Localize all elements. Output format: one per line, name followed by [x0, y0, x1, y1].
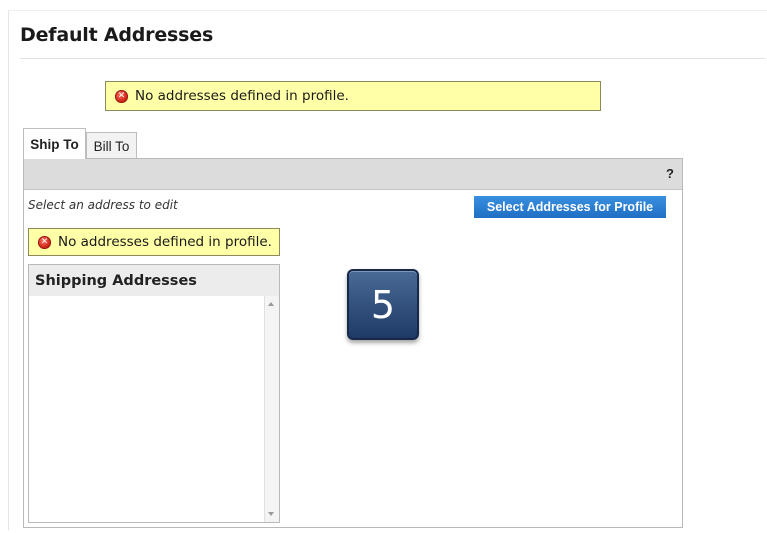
alert-message: No addresses defined in profile.: [58, 234, 272, 250]
profile-alert-inner: ✕ No addresses defined in profile.: [28, 228, 280, 256]
page-left-border: [8, 10, 9, 530]
scroll-up-arrow-icon[interactable]: [268, 302, 274, 306]
error-icon: ✕: [38, 235, 51, 249]
help-button[interactable]: ?: [666, 166, 674, 181]
tab-ship-to[interactable]: Ship To: [23, 128, 86, 159]
page-title: Default Addresses: [20, 24, 214, 46]
address-list-body[interactable]: [29, 296, 265, 522]
error-icon: ✕: [115, 89, 128, 103]
list-header: Shipping Addresses: [29, 265, 279, 296]
alert-message: No addresses defined in profile.: [135, 88, 349, 104]
step-number-badge: 5: [347, 269, 419, 340]
select-addresses-button[interactable]: Select Addresses for Profile: [474, 196, 666, 218]
panel-toolbar: ?: [24, 159, 682, 190]
list-scrollbar[interactable]: [264, 296, 279, 522]
scroll-down-arrow-icon[interactable]: [268, 512, 274, 516]
profile-alert-top: ✕ No addresses defined in profile.: [105, 81, 601, 111]
page-top-border: [8, 10, 767, 11]
title-divider: [20, 58, 765, 59]
shipping-addresses-list: Shipping Addresses: [28, 264, 280, 523]
tab-bill-to[interactable]: Bill To: [86, 132, 137, 159]
edit-hint: Select an address to edit: [28, 198, 178, 212]
